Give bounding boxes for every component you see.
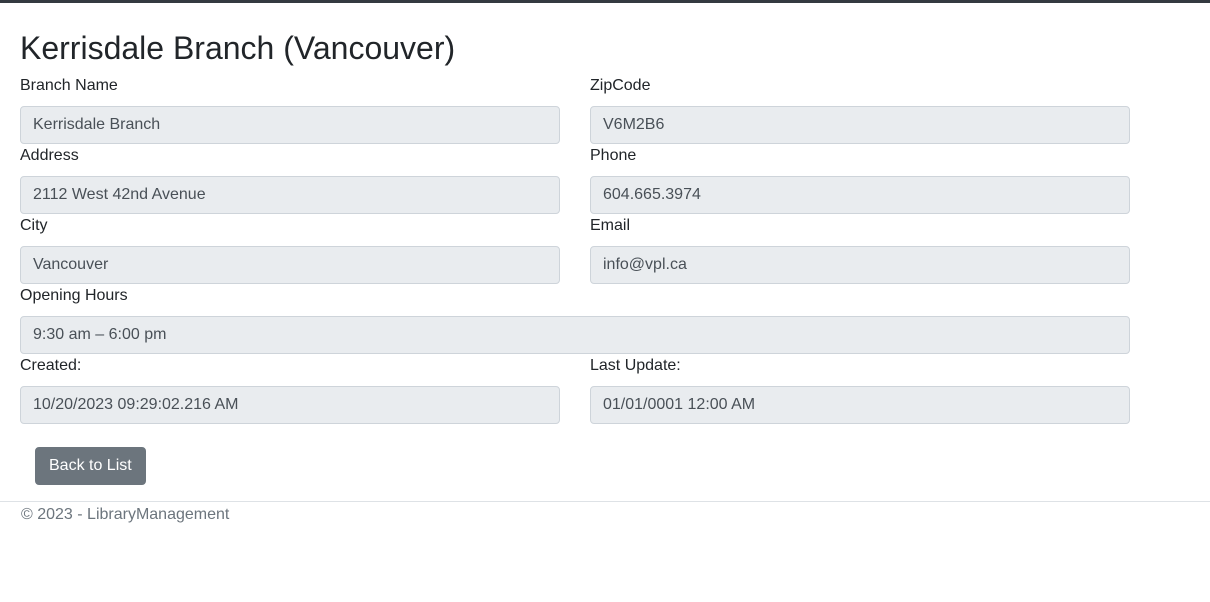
email-input[interactable]: info@vpl.ca bbox=[590, 246, 1130, 284]
back-to-list-button[interactable]: Back to List bbox=[35, 447, 146, 485]
zip-code-label: ZipCode bbox=[590, 77, 651, 94]
phone-label: Phone bbox=[590, 147, 637, 164]
footer-copyright: © 2023 - LibraryManagement bbox=[21, 506, 230, 523]
last-update-label: Last Update: bbox=[590, 357, 681, 374]
address-label: Address bbox=[20, 147, 79, 164]
created-input[interactable]: 10/20/2023 09:29:02.216 AM bbox=[20, 386, 560, 424]
address-input[interactable]: 2112 West 42nd Avenue bbox=[20, 176, 560, 214]
branch-name-input[interactable]: Kerrisdale Branch bbox=[20, 106, 560, 144]
branch-name-label: Branch Name bbox=[20, 77, 118, 94]
phone-group: Phone 604.665.3974 bbox=[590, 146, 1130, 214]
email-label: Email bbox=[590, 217, 631, 234]
address-group: Address 2112 West 42nd Avenue bbox=[20, 146, 560, 214]
last-update-input[interactable]: 01/01/0001 12:00 AM bbox=[590, 386, 1130, 424]
footer-divider bbox=[0, 501, 1210, 502]
last-update-group: Last Update: 01/01/0001 12:00 AM bbox=[590, 356, 1130, 424]
phone-input[interactable]: 604.665.3974 bbox=[590, 176, 1130, 214]
top-nav-bar bbox=[0, 0, 1210, 3]
zip-code-input[interactable]: V6M2B6 bbox=[590, 106, 1130, 144]
created-label: Created: bbox=[20, 357, 82, 374]
opening-hours-group: Opening Hours 9:30 am – 6:00 pm bbox=[20, 286, 1130, 354]
city-group: City Vancouver bbox=[20, 216, 560, 284]
city-label: City bbox=[20, 217, 48, 234]
zip-code-group: ZipCode V6M2B6 bbox=[590, 76, 1130, 144]
email-group: Email info@vpl.ca bbox=[590, 216, 1130, 284]
opening-hours-input[interactable]: 9:30 am – 6:00 pm bbox=[20, 316, 1130, 354]
created-group: Created: 10/20/2023 09:29:02.216 AM bbox=[20, 356, 560, 424]
branch-name-group: Branch Name Kerrisdale Branch bbox=[20, 76, 560, 144]
city-input[interactable]: Vancouver bbox=[20, 246, 560, 284]
page-title: Kerrisdale Branch (Vancouver) bbox=[20, 30, 456, 66]
opening-hours-label: Opening Hours bbox=[20, 287, 128, 304]
